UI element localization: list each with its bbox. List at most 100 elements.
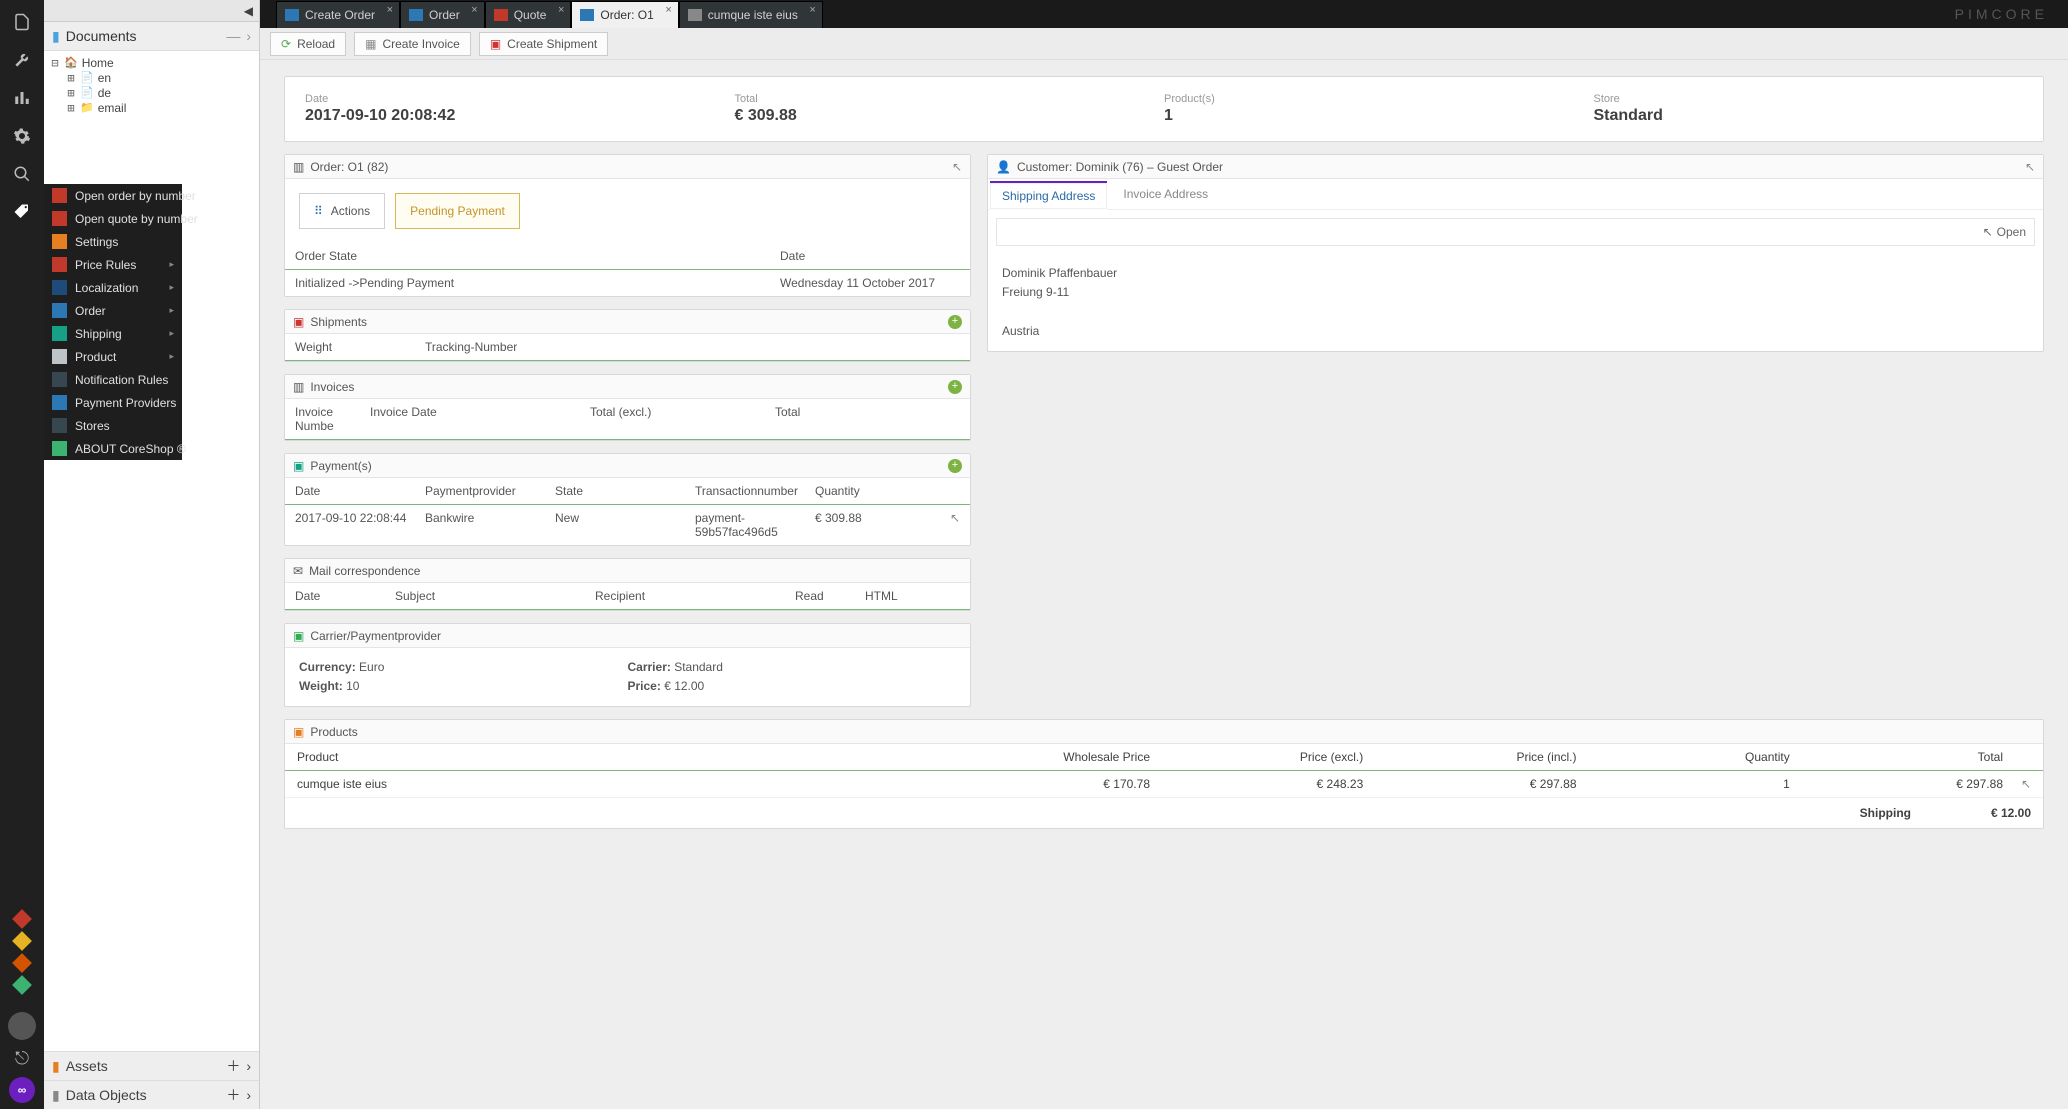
pay-provider-header: Paymentprovider — [425, 484, 555, 498]
menu-icon — [52, 395, 67, 410]
tab-icon — [285, 9, 299, 21]
orange-diamond-icon[interactable] — [12, 953, 32, 973]
node-icon: 📄 — [80, 86, 94, 99]
node-icon: 📄 — [80, 71, 94, 84]
plus-icon[interactable]: ＋ — [226, 1056, 240, 1076]
wrench-icon[interactable] — [10, 48, 34, 72]
documents-panel-head[interactable]: ▮ Documents — › — [44, 22, 259, 51]
mail-panel: ✉Mail correspondence Date Subject Recipi… — [284, 558, 971, 611]
tag-icon[interactable] — [10, 200, 34, 224]
menu-shipping[interactable]: Shipping▸ — [44, 322, 182, 345]
tab-icon — [409, 9, 423, 21]
order-date-value: Wednesday 11 October 2017 — [780, 276, 960, 290]
pending-payment-button[interactable]: Pending Payment — [395, 193, 520, 229]
tab-cumque-iste-eius[interactable]: cumque iste eius × — [679, 1, 823, 28]
close-icon[interactable]: × — [558, 4, 564, 16]
create-invoice-button[interactable]: ▦Create Invoice — [354, 32, 471, 56]
menu-settings[interactable]: Settings — [44, 230, 182, 253]
menu-stores[interactable]: Stores — [44, 414, 182, 437]
plus-icon[interactable]: ＋ — [226, 1085, 240, 1105]
avatar[interactable] — [8, 1012, 36, 1040]
tab-order-o1[interactable]: Order: O1× — [571, 1, 678, 28]
chevron-right-icon[interactable]: › — [246, 28, 251, 44]
menu-icon — [52, 257, 67, 272]
mail-html-header: HTML — [865, 589, 960, 603]
tree-de[interactable]: ⊞📄de — [50, 85, 253, 100]
tab-quote[interactable]: Quote× — [485, 1, 572, 28]
logout-icon[interactable]: ⎋ — [15, 1048, 29, 1069]
menu-product[interactable]: Product▸ — [44, 345, 182, 368]
inv-date-header: Invoice Date — [370, 405, 590, 433]
green-diamond-icon[interactable] — [12, 975, 32, 995]
menu-open-quote-by-number[interactable]: Open quote by number — [44, 207, 182, 230]
payments-panel: ▣Payment(s)+ DatePaymentproviderStateTra… — [284, 453, 971, 546]
add-invoice-button[interactable]: + — [948, 380, 962, 394]
cursor-icon[interactable]: ↖ — [940, 511, 960, 539]
actions-button[interactable]: ⠿Actions — [299, 193, 385, 229]
menu-about-coreshop-[interactable]: ABOUT CoreShop ® — [44, 437, 182, 460]
file-icon[interactable] — [10, 10, 34, 34]
tab-create-order[interactable]: Create Order× — [276, 1, 400, 28]
pay-date-header: Date — [295, 484, 425, 498]
order-icon: ▥ — [293, 160, 304, 174]
order-state-value: Initialized ->Pending Payment — [295, 276, 780, 290]
product-row[interactable]: cumque iste eius€ 170.78€ 248.23€ 297.88… — [285, 771, 2043, 797]
collapse-handle[interactable]: ◀ — [44, 0, 259, 22]
expand-icon[interactable]: ⊞ — [66, 101, 76, 115]
inv-number-header: Invoice Numbe — [295, 405, 370, 433]
close-icon[interactable]: × — [809, 4, 815, 16]
menu-notification-rules[interactable]: Notification Rules — [44, 368, 182, 391]
menu-label: Open order by number — [75, 189, 196, 203]
cursor-icon[interactable]: ↖ — [2003, 777, 2031, 791]
payment-icon: ▣ — [293, 459, 304, 473]
customer-street: Freiung 9-11 — [1002, 283, 2029, 302]
assets-icon: ▮ — [52, 1058, 60, 1075]
chevron-right-icon[interactable]: › — [246, 1087, 251, 1103]
payment-row[interactable]: 2017-09-10 22:08:44BankwireNewpayment-59… — [285, 505, 970, 545]
tab-shipping-address[interactable]: Shipping Address — [990, 181, 1107, 209]
prod-wholesale-header: Wholesale Price — [937, 750, 1150, 764]
red-diamond-icon[interactable] — [12, 909, 32, 929]
assets-panel-head[interactable]: ▮ Assets ＋ › — [44, 1051, 259, 1080]
cursor-icon[interactable]: ↖ — [952, 160, 962, 174]
menu-localization[interactable]: Localization▸ — [44, 276, 182, 299]
menu-label: Product — [75, 350, 116, 364]
menu-payment-providers[interactable]: Payment Providers — [44, 391, 182, 414]
reload-button[interactable]: ⟳Reload — [270, 32, 346, 56]
reload-icon: ⟳ — [281, 37, 291, 51]
expand-icon[interactable]: ⊞ — [66, 71, 76, 85]
yellow-diamond-icon[interactable] — [12, 931, 32, 951]
tree-Home[interactable]: ⊟🏠Home — [50, 55, 253, 70]
tree-en[interactable]: ⊞📄en — [50, 70, 253, 85]
dataobjects-icon: ▮ — [52, 1087, 60, 1104]
tab-label: cumque iste eius — [708, 8, 798, 22]
tree-email[interactable]: ⊞📁email — [50, 100, 253, 115]
open-customer-button[interactable]: ↖Open — [996, 218, 2035, 246]
expand-icon[interactable]: ⊞ — [66, 86, 76, 100]
pay-txn-header: Transactionnumber — [695, 484, 815, 498]
data-objects-panel-head[interactable]: ▮ Data Objects ＋ › — [44, 1080, 259, 1109]
close-icon[interactable]: × — [665, 4, 671, 16]
add-payment-button[interactable]: + — [948, 459, 962, 473]
tab-invoice-address[interactable]: Invoice Address — [1111, 181, 1220, 209]
menu-open-order-by-number[interactable]: Open order by number — [44, 184, 182, 207]
menu-order[interactable]: Order▸ — [44, 299, 182, 322]
menu-price-rules[interactable]: Price Rules▸ — [44, 253, 182, 276]
chevron-right-icon[interactable]: › — [246, 1058, 251, 1074]
search-icon[interactable] — [10, 162, 34, 186]
coreshop-logo[interactable]: ∞ — [9, 1077, 35, 1103]
close-icon[interactable]: × — [471, 4, 477, 16]
invoice-icon: ▥ — [293, 380, 304, 394]
gear-icon[interactable] — [10, 124, 34, 148]
cursor-icon[interactable]: ↖ — [2025, 160, 2035, 174]
close-icon[interactable]: × — [387, 4, 393, 16]
doc-icon: ▮ — [52, 28, 60, 45]
order-panel-title: Order: O1 (82) — [310, 160, 388, 174]
minus-icon[interactable]: — — [226, 28, 240, 44]
create-shipment-button[interactable]: ▣Create Shipment — [479, 32, 608, 56]
sidebar: ◀ ▮ Documents — › ⊟🏠Home⊞📄en⊞📄de⊞📁email … — [44, 0, 260, 1109]
tab-order[interactable]: Order× — [400, 1, 485, 28]
reports-icon[interactable] — [10, 86, 34, 110]
expand-icon[interactable]: ⊟ — [50, 56, 60, 70]
add-shipment-button[interactable]: + — [948, 315, 962, 329]
